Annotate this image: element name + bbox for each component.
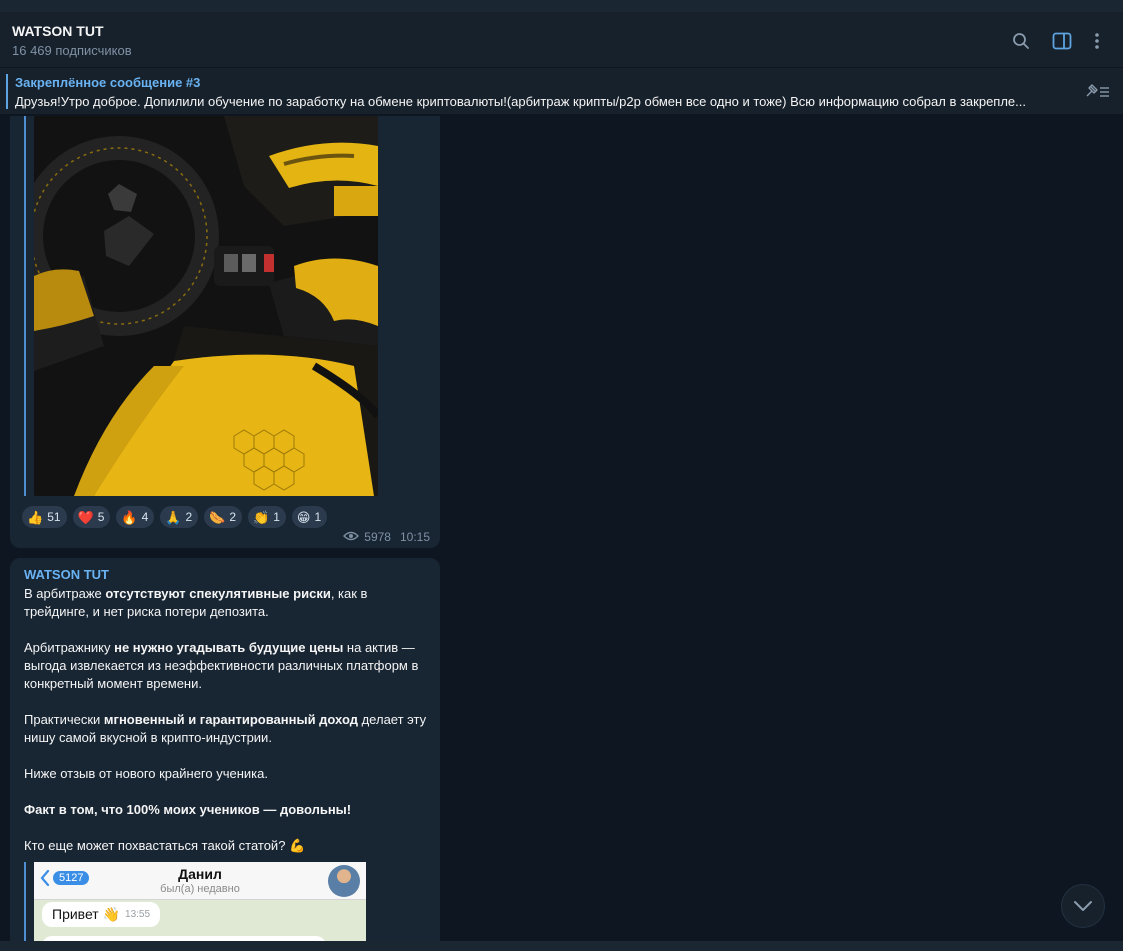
view-count: 5978 xyxy=(364,530,391,544)
screenshot-message: Привет 👋 13:55 xyxy=(42,902,161,927)
thumbs-up-icon: 👍 xyxy=(27,509,44,525)
pray-icon: 🙏 xyxy=(165,509,182,525)
reaction-count: 4 xyxy=(141,510,149,524)
bold-text: Факт в том, что 100% моих учеников — дов… xyxy=(24,802,352,817)
scrollbar[interactable] xyxy=(1117,116,1123,941)
channel-header[interactable]: WATSON TUT 16 469 подписчиков xyxy=(0,12,1123,68)
pinned-title: Закреплённое сообщение #3 xyxy=(15,75,201,90)
bold-text: отсутствуют спекулятивные риски xyxy=(105,586,331,601)
window-bottom-strip xyxy=(0,941,1123,951)
message-author[interactable]: WATSON TUT xyxy=(24,567,109,582)
bold-text: мгновенный и гарантированный доход xyxy=(103,712,358,727)
sidebar-toggle-icon[interactable] xyxy=(1051,30,1073,52)
photo-attachment[interactable] xyxy=(24,116,378,496)
message-time: 13:55 xyxy=(125,909,151,920)
car-interior-photo[interactable] xyxy=(34,116,378,496)
reaction-thumbs-up[interactable]: 👍 51 xyxy=(22,506,67,528)
post-text-message[interactable]: WATSON TUT В арбитраже отсутствуют спеку… xyxy=(10,558,440,941)
search-icon[interactable] xyxy=(1010,30,1032,52)
reaction-count: 1 xyxy=(314,510,322,524)
reaction-count: 2 xyxy=(185,510,193,524)
reaction-count: 51 xyxy=(47,510,61,524)
message-meta: 5978 10:15 xyxy=(343,530,430,544)
contact-name: Данил xyxy=(178,866,222,882)
reaction-hotdog[interactable]: 🌭 2 xyxy=(204,506,243,528)
reactions-row: 👍 51 ❤️ 5 🔥 4 🙏 2 🌭 2 👏 1 😁 1 xyxy=(22,506,328,528)
reaction-heart[interactable]: ❤️ 5 xyxy=(72,506,111,528)
reaction-clap[interactable]: 👏 1 xyxy=(248,506,286,528)
screenshot-chat-header: 5127 Данил был(а) недавно xyxy=(34,862,366,900)
clap-icon: 👏 xyxy=(253,509,270,525)
reaction-pray[interactable]: 🙏 2 xyxy=(160,506,199,528)
paragraph: Ниже отзыв от нового крайнего ученика. xyxy=(24,766,268,781)
hotdog-icon: 🌭 xyxy=(209,509,226,525)
more-vertical-icon[interactable] xyxy=(1086,30,1108,52)
paragraph: Практически мгновенный и гарантированный… xyxy=(24,711,434,747)
bold-text: не нужно угадывать будущие цены xyxy=(114,640,344,655)
message-body: Привет 👋 xyxy=(52,906,121,922)
message-list[interactable]: 👍 51 ❤️ 5 🔥 4 🙏 2 🌭 2 👏 1 😁 1 5978 10:15 WATSON… xyxy=(0,116,1123,941)
window-top-strip xyxy=(0,0,1123,12)
message-text: В арбитраже отсутствуют спекулятивные ри… xyxy=(24,585,434,873)
reaction-count: 2 xyxy=(229,510,237,524)
text-run: Арбитражнику xyxy=(24,640,115,655)
subscriber-count: 16 469 подписчиков xyxy=(12,43,132,58)
scroll-down-button[interactable] xyxy=(1061,884,1105,928)
fire-icon: 🔥 xyxy=(121,509,138,525)
grin-icon: 😁 xyxy=(296,509,311,525)
paragraph: Арбитражнику не нужно угадывать будущие … xyxy=(24,639,434,693)
reaction-fire[interactable]: 🔥 4 xyxy=(116,506,155,528)
screenshot-image: 5127 Данил был(а) недавно Привет 👋 13:55 xyxy=(34,862,366,941)
paragraph: Кто еще может похвастаться такой статой?… xyxy=(24,838,306,853)
views-icon xyxy=(343,530,360,544)
reaction-count: 5 xyxy=(97,510,105,524)
paragraph: Факт в том, что 100% моих учеников — дов… xyxy=(24,801,434,819)
unpin-icon[interactable] xyxy=(1083,82,1111,102)
paragraph: В арбитраже отсутствуют спекулятивные ри… xyxy=(24,585,434,621)
pinned-indicator xyxy=(6,74,8,109)
pinned-message-bar[interactable]: Закреплённое сообщение #3 Друзья!Утро до… xyxy=(0,68,1123,115)
reaction-count: 1 xyxy=(273,510,280,524)
text-run: В арбитраже xyxy=(24,586,106,601)
reaction-grin[interactable]: 😁 1 xyxy=(291,506,328,528)
text-run: Практически xyxy=(24,712,104,727)
channel-title[interactable]: WATSON TUT xyxy=(12,23,104,39)
avatar xyxy=(328,865,360,897)
review-screenshot[interactable]: 5127 Данил был(а) недавно Привет 👋 13:55 xyxy=(24,862,366,941)
last-seen: был(а) недавно xyxy=(160,883,240,895)
heart-icon: ❤️ xyxy=(77,509,94,525)
message-time: 10:15 xyxy=(399,530,430,544)
post-photo-message[interactable]: 👍 51 ❤️ 5 🔥 4 🙏 2 🌭 2 👏 1 😁 1 5978 10:15 xyxy=(10,116,440,548)
pinned-text: Друзья!Утро доброе. Допилили обучение по… xyxy=(15,94,1026,109)
chevron-down-icon xyxy=(1074,901,1092,911)
